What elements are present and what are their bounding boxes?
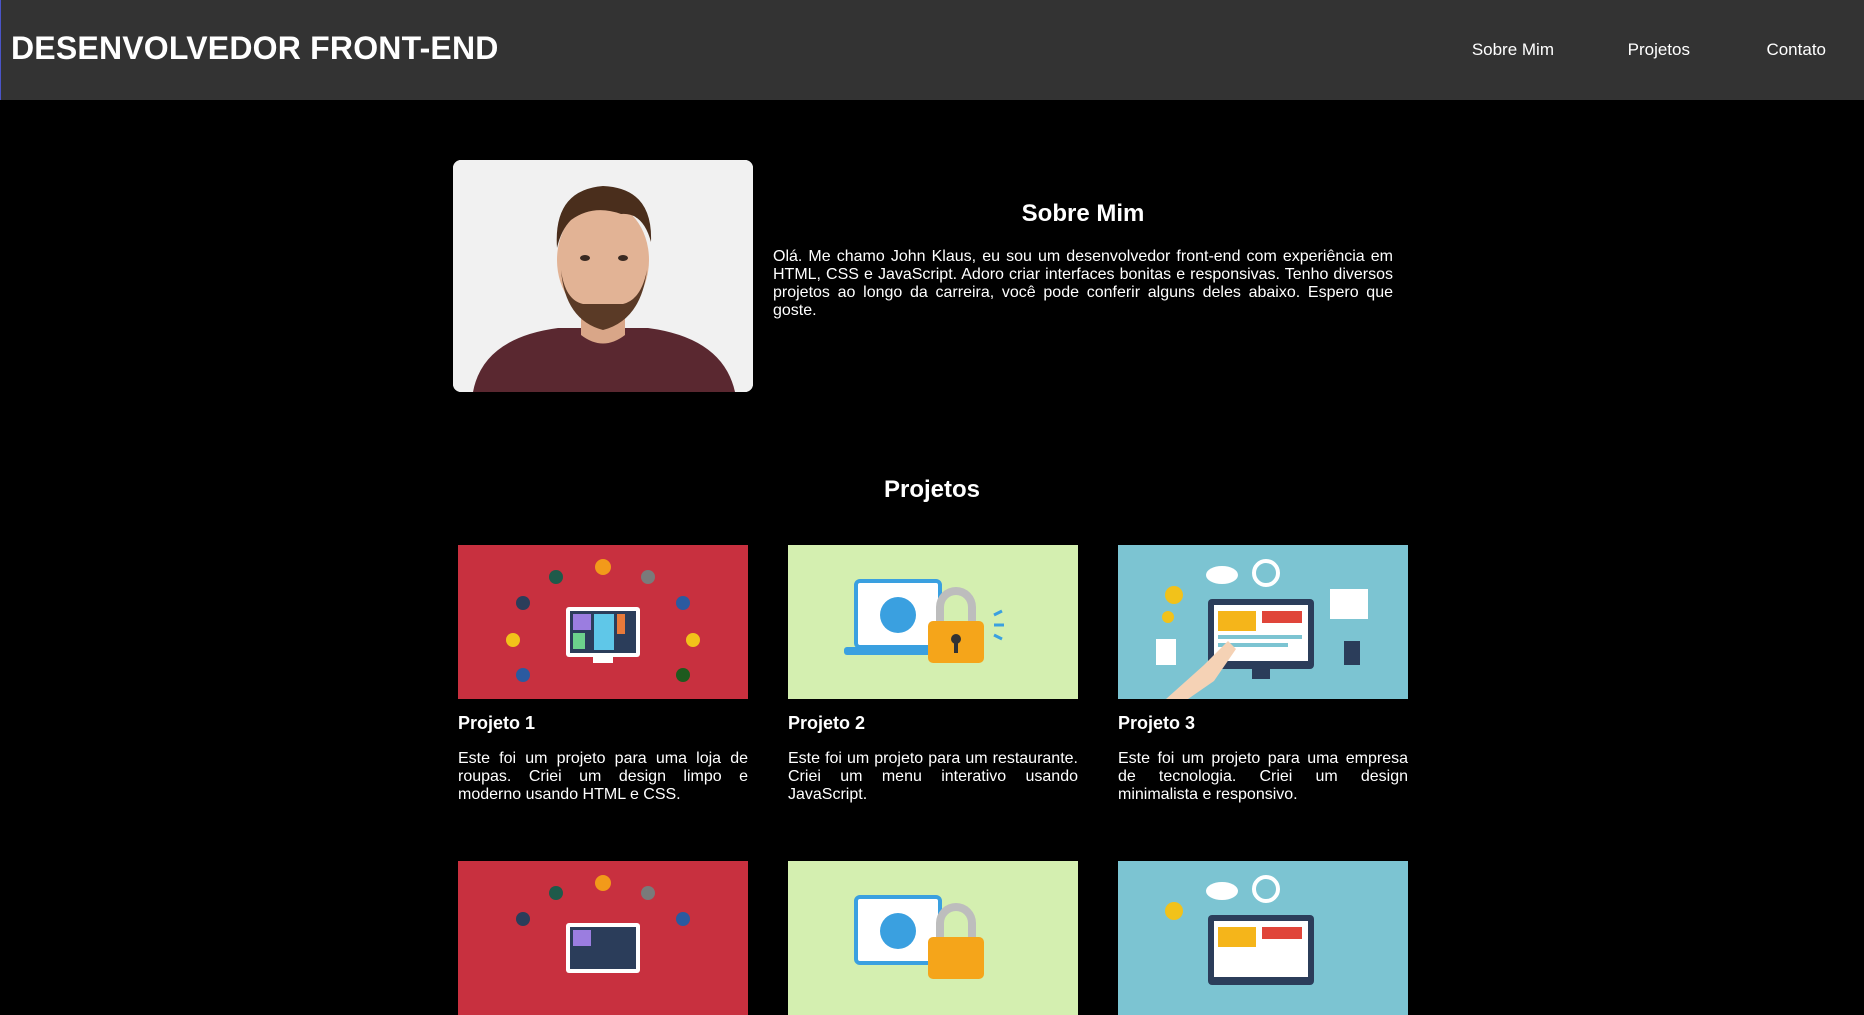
nav-link-projetos[interactable]: Projetos <box>1628 40 1690 60</box>
project-3-description: Este foi um projeto para uma empresa de … <box>1118 750 1408 803</box>
project-card-6[interactable] <box>1118 861 1408 1015</box>
project-card-3[interactable]: Projeto 3 Este foi um projeto para uma e… <box>1118 545 1408 804</box>
project-2-thumbnail <box>788 545 1078 699</box>
project-card-4[interactable] <box>458 861 748 1015</box>
project-4-thumbnail <box>458 861 748 1015</box>
project-6-thumbnail <box>1118 861 1408 1015</box>
projects-title: Projetos <box>883 476 981 503</box>
project-3-title: Projeto 3 <box>1118 713 1196 733</box>
about-text: Olá. Me chamo John Klaus, eu sou um dese… <box>773 248 1393 319</box>
project-2-description: Este foi um projeto para um restaurante.… <box>788 750 1078 803</box>
project-3-thumbnail <box>1118 545 1408 699</box>
about-title: Sobre Mim <box>1021 200 1145 227</box>
project-1-title: Projeto 1 <box>458 713 536 733</box>
project-5-thumbnail <box>788 861 1078 1015</box>
profile-photo <box>453 160 753 392</box>
project-card-1[interactable]: Projeto 1 Este foi um projeto para uma l… <box>458 545 748 804</box>
project-2-title: Projeto 2 <box>788 713 866 733</box>
project-1-description: Este foi um projeto para uma loja de rou… <box>458 750 748 803</box>
project-1-thumbnail <box>458 545 748 699</box>
nav-link-sobre-mim[interactable]: Sobre Mim <box>1472 40 1554 60</box>
nav-link-contato[interactable]: Contato <box>1766 40 1826 60</box>
project-card-5[interactable] <box>788 861 1078 1015</box>
site-header: DESENVOLVEDOR FRONT-END Sobre Mim Projet… <box>0 0 1864 100</box>
site-title: DESENVOLVEDOR FRONT-END <box>11 30 499 66</box>
project-card-2[interactable]: Projeto 2 Este foi um projeto para um re… <box>788 545 1078 804</box>
